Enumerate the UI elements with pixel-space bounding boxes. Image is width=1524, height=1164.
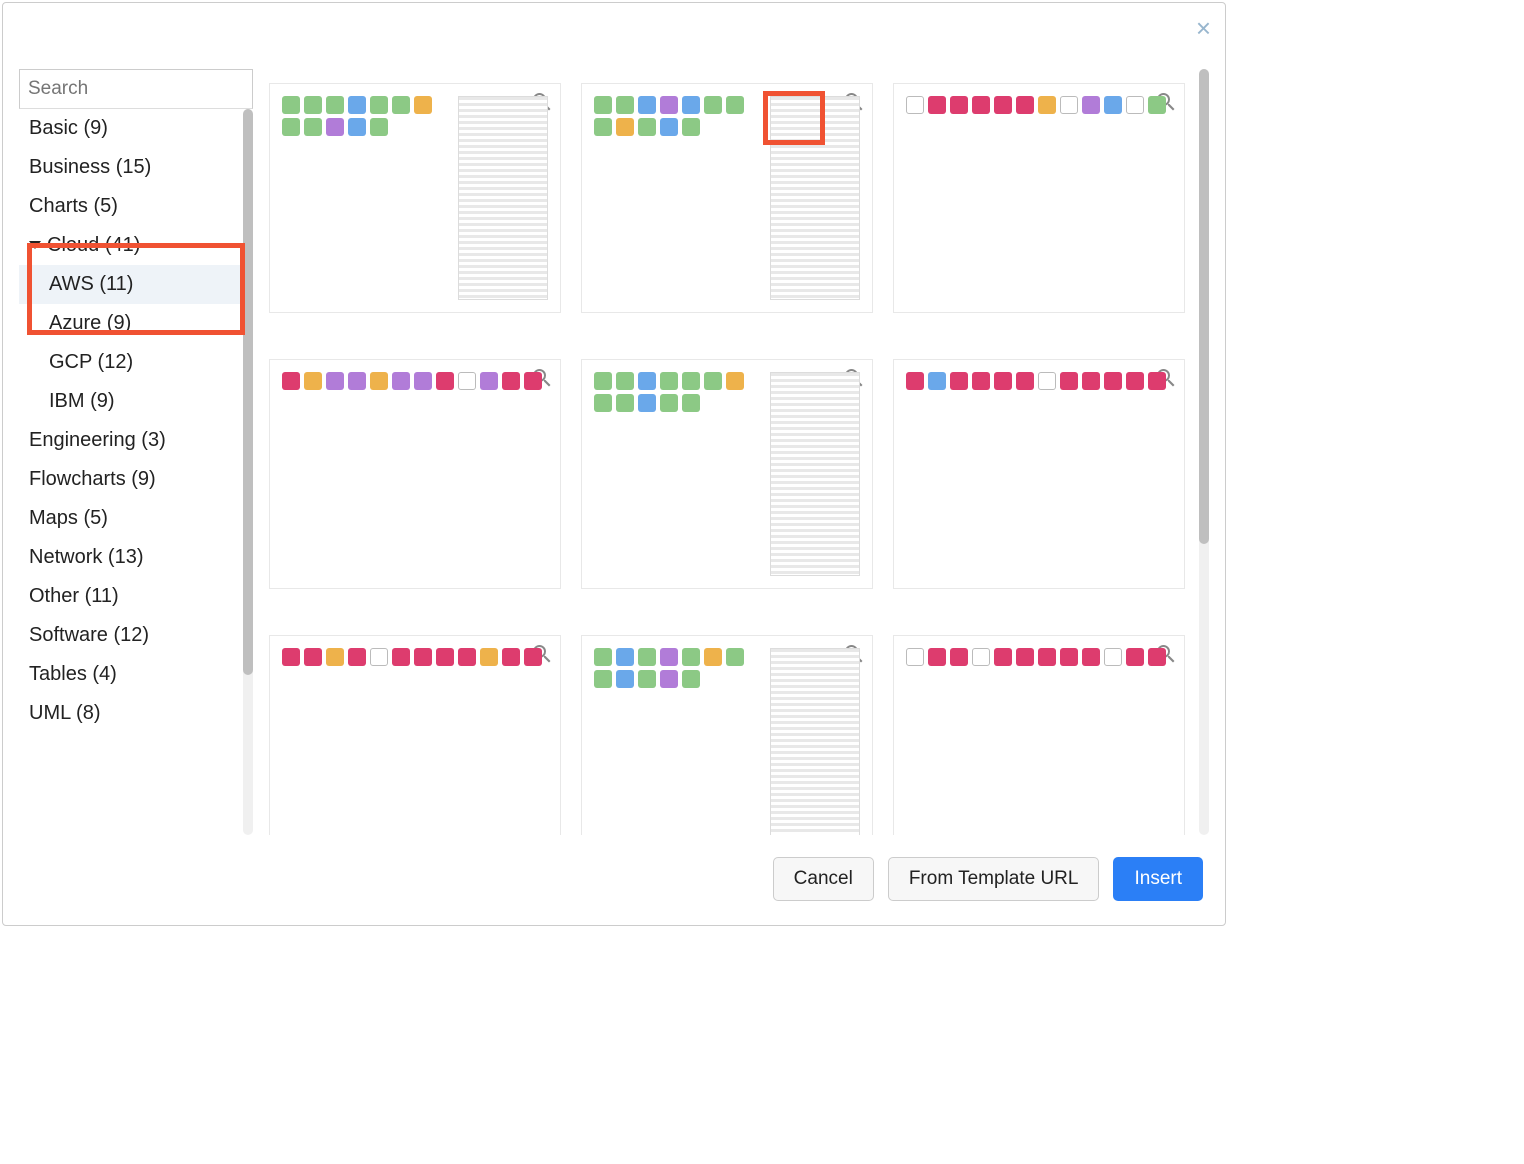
- category-label: GCP (12): [49, 351, 133, 373]
- category-item[interactable]: Engineering (3): [19, 421, 241, 460]
- category-item[interactable]: Tables (4): [19, 655, 241, 694]
- category-label: UML (8): [29, 702, 100, 724]
- category-item[interactable]: Azure (9): [19, 304, 241, 343]
- highlight-zoom-icon: [763, 91, 825, 145]
- close-icon[interactable]: ×: [1196, 13, 1211, 44]
- category-item[interactable]: UML (8): [19, 694, 241, 733]
- category-label: AWS (11): [49, 273, 133, 295]
- template-preview-content: [906, 372, 1172, 576]
- category-label: Tables (4): [29, 663, 117, 685]
- template-preview-content: [906, 648, 1172, 835]
- category-label: Software (12): [29, 624, 149, 646]
- template-preview-content: [282, 648, 548, 835]
- template-thumbnail[interactable]: [893, 359, 1185, 589]
- category-label: Cloud (41): [47, 234, 140, 256]
- category-item[interactable]: Maps (5): [19, 499, 241, 538]
- sidebar: Basic (9) Business (15) Charts (5) Cloud (4…: [19, 69, 253, 835]
- search-input[interactable]: [28, 78, 273, 100]
- category-label: Basic (9): [29, 117, 108, 139]
- category-label: Engineering (3): [29, 429, 166, 451]
- template-thumbnail[interactable]: [893, 635, 1185, 835]
- from-template-url-button[interactable]: From Template URL: [888, 857, 1100, 901]
- category-item[interactable]: Charts (5): [19, 187, 241, 226]
- template-thumbnail[interactable]: [581, 359, 873, 589]
- template-thumbnail[interactable]: [581, 83, 873, 313]
- category-item[interactable]: Business (15): [19, 148, 241, 187]
- template-thumbnail[interactable]: [893, 83, 1185, 313]
- category-label: Other (11): [29, 585, 119, 607]
- category-label: Maps (5): [29, 507, 108, 529]
- template-preview-content: [594, 372, 860, 576]
- template-dialog: × Basic (9) Business (15) Charts (5) Cloud …: [2, 2, 1226, 926]
- category-item[interactable]: Software (12): [19, 616, 241, 655]
- dialog-body: Basic (9) Business (15) Charts (5) Cloud (4…: [3, 3, 1225, 837]
- template-thumbnail[interactable]: [269, 635, 561, 835]
- category-item[interactable]: Other (11): [19, 577, 241, 616]
- template-preview-content: [282, 372, 548, 576]
- category-item[interactable]: AWS (11): [19, 265, 241, 304]
- sidebar-scrollbar[interactable]: [243, 109, 253, 835]
- category-label: Business (15): [29, 156, 151, 178]
- template-preview-content: [906, 96, 1172, 300]
- category-label: Network (13): [29, 546, 143, 568]
- category-list: Basic (9) Business (15) Charts (5) Cloud (4…: [19, 109, 241, 835]
- preview-area: [263, 69, 1209, 835]
- category-item[interactable]: Network (13): [19, 538, 241, 577]
- caret-down-icon: [29, 241, 41, 249]
- cancel-button[interactable]: Cancel: [773, 857, 874, 901]
- preview-scrollbar-thumb[interactable]: [1199, 69, 1209, 544]
- insert-button[interactable]: Insert: [1113, 857, 1203, 901]
- category-label: IBM (9): [49, 390, 115, 412]
- category-item[interactable]: Flowcharts (9): [19, 460, 241, 499]
- category-label: Azure (9): [49, 312, 131, 334]
- dialog-footer: Cancel From Template URL Insert: [3, 837, 1225, 925]
- preview-scrollbar[interactable]: [1199, 69, 1209, 835]
- template-thumbnail[interactable]: [581, 635, 873, 835]
- category-item[interactable]: Basic (9): [19, 109, 241, 148]
- category-label: Flowcharts (9): [29, 468, 156, 490]
- sidebar-scrollbar-thumb[interactable]: [243, 109, 253, 675]
- category-item[interactable]: Cloud (41): [19, 226, 241, 265]
- category-label: Charts (5): [29, 195, 118, 217]
- category-item[interactable]: IBM (9): [19, 382, 241, 421]
- template-preview-content: [282, 96, 548, 300]
- template-thumbnail[interactable]: [269, 359, 561, 589]
- search-row: [19, 69, 253, 109]
- category-item[interactable]: GCP (12): [19, 343, 241, 382]
- template-thumbnail[interactable]: [269, 83, 561, 313]
- template-grid: [263, 69, 1191, 835]
- template-preview-content: [594, 648, 860, 835]
